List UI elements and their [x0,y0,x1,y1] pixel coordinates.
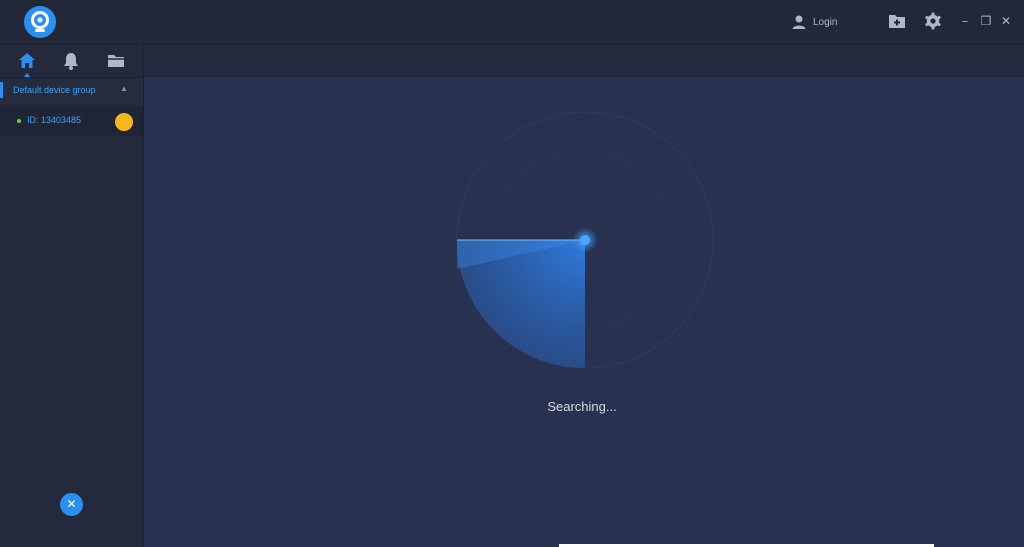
tab-home[interactable] [16,50,38,77]
login-button[interactable]: Login [791,12,837,32]
device-id-label: ID: 13403485 [27,115,82,125]
minimize-button[interactable]: – [958,13,972,29]
tab-alerts[interactable] [60,50,82,72]
device-list-item[interactable]: ID: 13403485 [0,106,143,136]
title-bar: Login – ❐ ✕ [0,0,1024,45]
group-selection-indicator [0,82,3,98]
device-group-header[interactable]: Default device group ▲ [0,78,143,104]
device-status-badge [115,113,133,131]
folder-icon [108,55,124,67]
gear-icon[interactable] [924,12,942,30]
app-window: Login – ❐ ✕ Default device group ▲ ID: 1… [0,0,1024,547]
bell-icon [64,53,78,70]
close-window-button[interactable]: ✕ [999,13,1013,29]
device-group-label: Default device group [13,85,96,95]
sidebar: Default device group ▲ ID: 13403485 ✕ [0,45,144,547]
app-logo-icon[interactable] [24,6,56,38]
sidebar-tabs [0,45,143,78]
main-toolbar [144,45,1024,77]
online-status-icon [17,119,21,123]
user-icon [792,15,806,29]
folder-plus-icon[interactable] [888,12,906,30]
tab-files[interactable] [105,50,127,72]
close-icon-button[interactable]: ✕ [60,493,83,516]
searching-status-text: Searching... [547,399,617,414]
restore-button[interactable]: ❐ [979,13,993,29]
home-icon [19,53,35,68]
search-panel: Searching... [144,77,1024,547]
chevron-up-icon[interactable]: ▲ [120,84,128,93]
radar-scan-icon [456,111,714,369]
login-label: Login [813,16,838,28]
